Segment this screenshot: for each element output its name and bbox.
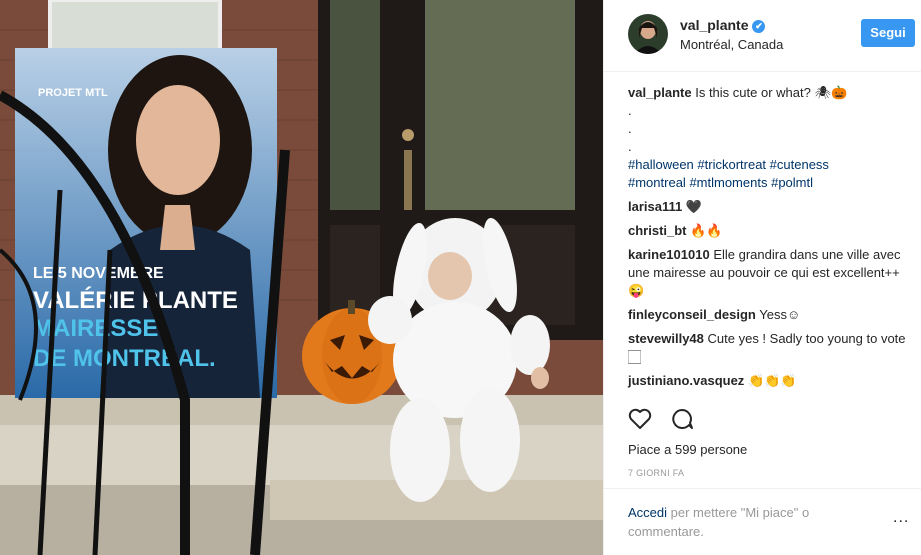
- comment: justiniano.vasquez 👏👏👏: [628, 372, 918, 390]
- hashtag-link[interactable]: #polmtl: [771, 175, 813, 190]
- post-header: val_plante ✔ Montréal, Canada Segui: [604, 0, 921, 72]
- caption: val_plante Is this cute or what? 🕷🎃 . . …: [628, 84, 918, 192]
- hashtag-link[interactable]: #mtlmoments: [689, 175, 767, 190]
- post-sidebar: val_plante ✔ Montréal, Canada Segui val_p…: [603, 0, 921, 555]
- follow-button[interactable]: Segui: [861, 19, 915, 47]
- post-location[interactable]: Montréal, Canada: [680, 37, 783, 52]
- poster-brand: PROJET MTL: [38, 87, 108, 99]
- poster-name: VALÉRIE PLANTE: [33, 286, 238, 314]
- comment-text: 👏👏👏: [747, 373, 797, 388]
- caption-dot: .: [628, 121, 632, 136]
- comment-username[interactable]: justiniano.vasquez: [628, 373, 744, 388]
- comment-icon[interactable]: [670, 408, 694, 430]
- verified-icon: ✔: [752, 20, 766, 33]
- comment: finleyconseil_design Yess☺: [628, 306, 918, 324]
- comment-username[interactable]: larisa111: [628, 199, 682, 214]
- comment-username[interactable]: finleyconseil_design: [628, 307, 756, 322]
- avatar[interactable]: [628, 14, 668, 54]
- comment-text: 🔥🔥: [690, 223, 723, 238]
- action-bar: [628, 408, 694, 435]
- post-date[interactable]: 7 GIORNI FA: [628, 468, 684, 478]
- comment: karine101010 Elle grandira dans une vill…: [628, 246, 918, 300]
- heart-icon[interactable]: [628, 408, 652, 430]
- comment-username[interactable]: karine101010: [628, 247, 710, 262]
- avatar-image: [634, 21, 662, 54]
- like-count[interactable]: Piace a 599 persone: [628, 442, 747, 457]
- comment-text: 🖤: [685, 199, 703, 214]
- comment-list: val_plante Is this cute or what? 🕷🎃 . . …: [628, 84, 918, 396]
- comment-username[interactable]: stevewilly48: [628, 331, 704, 346]
- post-photo: PROJET MTL LE 5 NOVEMBRE VALÉRIE PLANTE …: [0, 0, 603, 555]
- comment: christi_bt 🔥🔥: [628, 222, 918, 240]
- hashtag-link[interactable]: #cuteness: [770, 157, 829, 172]
- comment: larisa111 🖤: [628, 198, 918, 216]
- post-author[interactable]: val_plante ✔: [680, 17, 766, 33]
- login-link[interactable]: Accedi: [628, 505, 667, 520]
- comment: stevewilly48 Cute yes ! Sadly too young …: [628, 330, 918, 366]
- caption-dot: .: [628, 139, 632, 154]
- caption-username[interactable]: val_plante: [628, 85, 692, 100]
- hashtag-link[interactable]: #montreal: [628, 175, 686, 190]
- photo-illustration: PROJET MTL LE 5 NOVEMBRE VALÉRIE PLANTE …: [0, 0, 603, 555]
- caption-dot: .: [628, 103, 632, 118]
- hashtag-link[interactable]: #trickortreat: [697, 157, 766, 172]
- comment-text: Yess☺: [759, 307, 801, 322]
- author-username[interactable]: val_plante: [680, 17, 748, 33]
- post-footer: Accedi per mettere "Mi piace" o commenta…: [604, 488, 921, 555]
- hashtag-link[interactable]: #halloween: [628, 157, 694, 172]
- comment-username[interactable]: christi_bt: [628, 223, 687, 238]
- more-icon[interactable]: ...: [893, 509, 909, 527]
- caption-text: Is this cute or what? 🕷🎃: [695, 85, 848, 100]
- poster-city: DE MONTRÉAL.: [33, 344, 216, 372]
- login-prompt: Accedi per mettere "Mi piace" o commenta…: [628, 503, 858, 541]
